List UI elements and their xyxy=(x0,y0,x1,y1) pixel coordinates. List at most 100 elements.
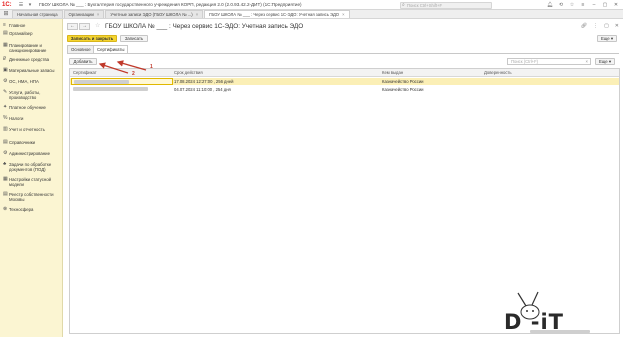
tab-certificates[interactable]: Сертификаты xyxy=(93,45,129,53)
tab-home-label: Начальная страница xyxy=(17,12,58,17)
clear-icon[interactable]: × xyxy=(586,59,588,64)
issuer-cell: Казначейство России xyxy=(382,87,424,92)
tab-edo-account[interactable]: ГБОУ ШКОЛА № ___ : Через сервис 1С-ЭДО: … xyxy=(204,10,350,18)
sidebar-item-label: Главное xyxy=(9,23,26,28)
sidebar-item-label: Услуги, работы, производство xyxy=(9,90,41,100)
validity-cell: 04.07.2024 11:10:00 , 254 дня xyxy=(174,87,231,92)
sidebar-item-label: Задачи по обработке документов (ПОД) xyxy=(9,162,52,172)
link-icon[interactable]: 🔗︎ xyxy=(581,23,587,29)
page-title: ГБОУ ШКОЛА № ___ : Через сервис 1С-ЭДО: … xyxy=(105,23,304,30)
sections-sidebar: ≡ Главное ▤ Органайзер ▦ Планирование и сан… xyxy=(0,19,63,337)
app-title: ГБОУ ШКОЛА № ___ : Бухгалтерия государст… xyxy=(39,2,302,7)
more-vertical-icon[interactable]: ⋮ xyxy=(593,23,598,29)
table-header: Сертификат Срок действия Кем выдан Довер… xyxy=(70,69,619,77)
grid-menu-icon[interactable]: ☰ xyxy=(18,2,24,8)
tab-home[interactable]: Начальная страница xyxy=(12,10,63,18)
tab-edo-accounts[interactable]: Учетные записи ЭДО (ГБОУ ШКОЛА № ...) × xyxy=(105,10,204,18)
close-icon[interactable]: ✕ xyxy=(615,23,619,29)
tab-edo-account-label: ГБОУ ШКОЛА № ___ : Через сервис 1С-ЭДО: … xyxy=(209,12,340,17)
star-icon[interactable]: ☆ xyxy=(569,2,575,8)
tab-main[interactable]: Основное xyxy=(67,45,95,53)
1c-logo-icon: 1С: xyxy=(2,1,12,8)
tab-edo-accounts-label: Учетные записи ЭДО (ГБОУ ШКОЛА № ...) xyxy=(110,12,193,17)
certificates-search-input[interactable]: Поиск (Ctrl+F) × xyxy=(507,58,591,65)
sidebar-item-tuition[interactable]: ✦ Платное обучение xyxy=(0,105,62,116)
sidebar-item-materials[interactable]: ▣ Материальные запасы xyxy=(0,68,62,79)
sidebar-item-label: Планирование и санкционирование xyxy=(9,43,47,53)
save-button[interactable]: Записать xyxy=(120,35,148,42)
sidebar-item-label: Платное обучение xyxy=(9,105,46,110)
issuer-cell: Казначейство России xyxy=(382,79,424,84)
sidebar-item-taxes[interactable]: % Налоги xyxy=(0,116,62,127)
sidebar-item-label: Учет и отчетность xyxy=(9,127,45,132)
sections-grid-icon[interactable]: ⊞ xyxy=(2,10,10,18)
certificates-search-placeholder: Поиск (Ctrl+F) xyxy=(511,59,539,64)
sidebar-item-admin[interactable]: ⚙ Администрирование xyxy=(0,151,62,162)
sidebar-item-label: Техносфера xyxy=(9,207,34,212)
sidebar-item-label: Налоги xyxy=(9,116,24,121)
global-search-input[interactable]: ⌕ Поиск Ctrl+Shift+F xyxy=(400,1,492,9)
minimize-icon[interactable]: – xyxy=(591,2,597,8)
validity-cell: 17.08.2024 12:27:00 , 256 дней xyxy=(174,79,234,84)
global-search-placeholder: Поиск Ctrl+Shift+F xyxy=(407,2,443,8)
tab-main-label: Основное xyxy=(71,47,91,52)
table-row[interactable]: 04.07.2024 11:10:00 , 254 дня Казначейст… xyxy=(70,86,619,93)
arrow-left-icon: ← xyxy=(70,23,75,29)
maximize-icon[interactable]: ▢ xyxy=(604,23,609,29)
dropdown-icon[interactable]: ▾ xyxy=(27,2,33,8)
certificates-more-button[interactable]: Еще ▾ xyxy=(595,58,615,65)
tabs-divider xyxy=(67,53,619,54)
annotation-label-1: 1 xyxy=(150,64,153,70)
sidebar-item-organizer[interactable]: ▤ Органайзер xyxy=(0,31,62,43)
column-header-certificate[interactable]: Сертификат xyxy=(73,70,97,75)
sidebar-item-status-settings[interactable]: ▦ Настройки статусной модели xyxy=(0,177,62,192)
certificate-value-redacted xyxy=(73,87,148,91)
sidebar-item-cash[interactable]: ₽ Денежные средства xyxy=(0,57,62,68)
watermark-logo: D -iT xyxy=(490,290,620,336)
sidebar-item-tasks[interactable]: ♣ Задачи по обработке документов (ПОД) xyxy=(0,162,62,177)
tab-organizations[interactable]: Организации × xyxy=(63,10,105,18)
close-tab-icon[interactable]: × xyxy=(97,12,99,17)
sidebar-item-label: Материальные запасы xyxy=(9,68,55,73)
sidebar-item-label: Администрирование xyxy=(9,151,50,156)
sidebar-item-registry[interactable]: ▤ Реестр собственности Москвы xyxy=(0,192,62,207)
window-tabs-bar: ⊞ Начальная страница Организации × Учетны… xyxy=(0,10,623,19)
sidebar-item-label: Реестр собственности Москвы xyxy=(9,192,54,202)
sidebar-item-main[interactable]: ≡ Главное xyxy=(0,23,62,31)
back-button[interactable]: ← xyxy=(67,23,78,30)
sidebar-item-assets[interactable]: ⚙ ОС, НМА, НПА xyxy=(0,79,62,90)
favorite-star-icon[interactable]: ☆ xyxy=(95,23,100,30)
maximize-icon[interactable]: ▢ xyxy=(602,2,608,8)
bell-icon[interactable]: 🔔︎ xyxy=(547,2,553,8)
sidebar-item-label: ОС, НМА, НПА xyxy=(9,79,39,84)
watermark-subtitle-redacted xyxy=(530,330,590,333)
search-icon: ⌕ xyxy=(402,1,405,8)
sidebar-item-reports[interactable]: ▥ Учет и отчетность xyxy=(0,127,62,140)
column-header-validity[interactable]: Срок действия xyxy=(174,70,203,75)
sidebar-item-label: Органайзер xyxy=(9,31,33,36)
sidebar-item-planning[interactable]: ▦ Планирование и санкционирование xyxy=(0,43,62,57)
certificates-more-label: Еще xyxy=(598,59,608,64)
close-tab-icon[interactable]: × xyxy=(342,12,344,17)
history-icon[interactable]: ⟲ xyxy=(558,2,564,8)
sidebar-item-label: Справочники xyxy=(9,140,36,145)
sidebar-item-label: Денежные средства xyxy=(9,57,50,62)
tab-certificates-label: Сертификаты xyxy=(97,47,125,52)
more-button[interactable]: Еще ▾ xyxy=(597,35,617,42)
arrow-right-icon: → xyxy=(82,23,87,29)
certificate-cell[interactable] xyxy=(71,78,173,85)
column-header-poa[interactable]: Доверенность xyxy=(484,70,512,75)
forward-button[interactable]: → xyxy=(79,23,90,30)
column-header-issuer[interactable]: Кем выдан xyxy=(382,70,403,75)
close-tab-icon[interactable]: × xyxy=(196,12,198,17)
close-icon[interactable]: ✕ xyxy=(613,2,619,8)
add-certificate-button[interactable]: Добавить xyxy=(69,58,97,65)
sidebar-item-services[interactable]: ✎ Услуги, работы, производство xyxy=(0,90,62,105)
certificate-value-redacted xyxy=(74,80,129,84)
menu-icon[interactable]: ≡ xyxy=(580,2,586,8)
sidebar-item-technosphere[interactable]: ⊗ Техносфера xyxy=(0,207,62,218)
table-row[interactable]: 17.08.2024 12:27:00 , 256 дней Казначейс… xyxy=(70,78,619,85)
sidebar-item-label: Настройки статусной модели xyxy=(9,177,52,187)
sidebar-item-reference[interactable]: ▤ Справочники xyxy=(0,140,62,151)
save-and-close-button[interactable]: Записать и закрыть xyxy=(67,35,117,42)
